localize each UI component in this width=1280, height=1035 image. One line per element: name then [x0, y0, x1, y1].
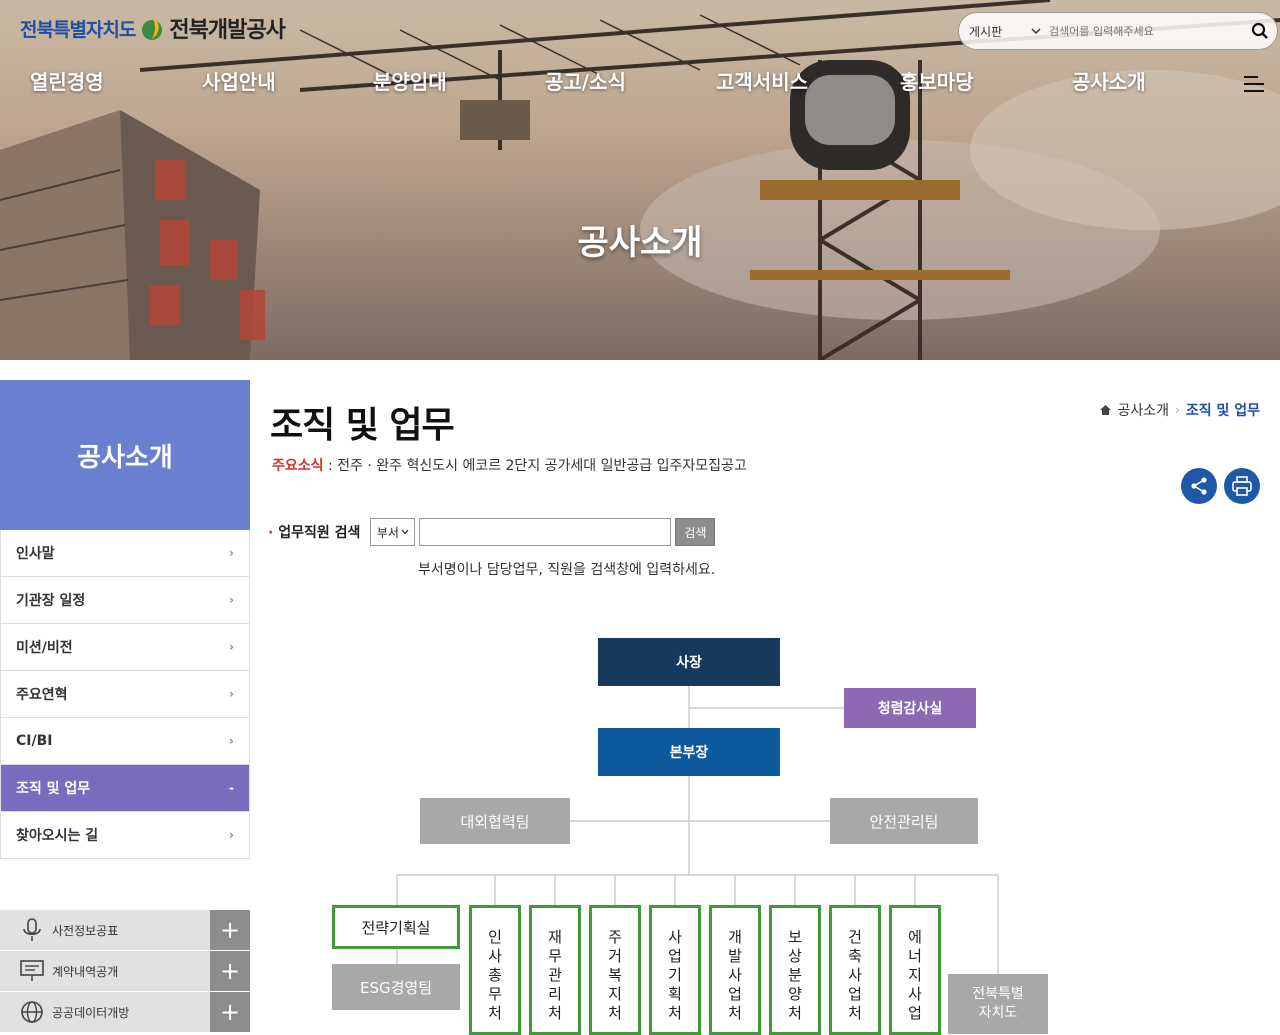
search-input[interactable] [1047, 23, 1243, 39]
quick-link-pre-disclosure[interactable]: 사전정보공표 + [0, 910, 250, 950]
main-navigation: 열린경영 사업안내 분양임대 공고/소식 고객서비스 홍보마당 공사소개 [0, 66, 1280, 102]
chevron-right-icon: › [229, 687, 234, 701]
nav-item-sales-rent[interactable]: 분양임대 [373, 66, 447, 95]
chevron-down-icon [1031, 28, 1041, 35]
print-button[interactable] [1224, 468, 1260, 504]
search-icon[interactable] [1243, 14, 1277, 48]
global-search: 게시판 [958, 12, 1278, 50]
employee-search-input[interactable] [419, 518, 672, 546]
logo-province-text: 전북특별자치도 [20, 18, 136, 41]
main-news-ticker[interactable]: 주요소식 : 전주 · 완주 혁신도시 에코르 2단지 공가세대 일반공급 입주… [272, 455, 747, 475]
org-external-cooperation-team[interactable]: 대외협력팀 [420, 798, 570, 844]
sidebar-item-greeting[interactable]: 인사말 › [0, 530, 250, 577]
org-department-housing-welfare[interactable]: 주거복지처 [589, 905, 641, 1035]
globe-icon [12, 992, 52, 1032]
org-department-finance[interactable]: 재무관리처 [529, 905, 581, 1035]
home-icon[interactable] [1099, 404, 1112, 416]
quick-links: 사전정보공표 + 계약내역공개 + 공공데이터개방 + [0, 910, 250, 1033]
nav-item-pr[interactable]: 홍보마당 [900, 66, 974, 95]
chevron-right-icon: › [1175, 403, 1180, 417]
employee-search: · 업무직원 검색 부서 검색 [268, 518, 716, 546]
org-department-energy[interactable]: 에너지사업 [889, 905, 941, 1035]
hero-background-image [0, 0, 1280, 360]
search-category-select[interactable]: 게시판 [959, 23, 1047, 40]
sidebar-item-ci-bi[interactable]: CI/BI › [0, 718, 250, 765]
department-select[interactable]: 부서 [370, 518, 416, 546]
chevron-right-icon: › [229, 593, 234, 607]
news-text: : 전주 · 완주 혁신도시 에코르 2단지 공가세대 일반공급 입주자모집공고 [323, 458, 747, 474]
presentation-board-icon [12, 951, 52, 991]
chevron-right-icon: › [229, 546, 234, 560]
employee-search-button[interactable]: 검색 [675, 518, 716, 546]
chevron-right-icon: › [229, 734, 234, 748]
org-department-construction[interactable]: 건축사업처 [829, 905, 881, 1035]
chevron-right-icon: › [229, 640, 234, 654]
minus-icon: - [229, 781, 234, 795]
sidebar-title: 공사소개 [0, 380, 250, 530]
org-general-manager[interactable]: 본부장 [598, 728, 780, 776]
page-title: 조직 및 업무 [270, 405, 455, 446]
share-button[interactable] [1181, 468, 1217, 504]
sidebar-item-organization[interactable]: 조직 및 업무 - [0, 765, 250, 812]
quick-link-contract-disclosure[interactable]: 계약내역공개 + [0, 951, 250, 991]
org-department-development[interactable]: 개발사업처 [709, 905, 761, 1035]
nav-item-notices[interactable]: 공고/소식 [545, 66, 626, 95]
org-esg-team[interactable]: ESG경영팀 [332, 964, 460, 1010]
employee-search-label: 업무직원 검색 [278, 525, 361, 541]
site-logo[interactable]: 전북특별자치도 전북개발공사 [20, 12, 286, 44]
share-icon [1191, 477, 1207, 495]
org-audit-office[interactable]: 청렴감사실 [844, 688, 976, 728]
org-jeonbuk-province[interactable]: 전북특별 자치도 [948, 974, 1048, 1034]
nav-item-open-management[interactable]: 열린경영 [30, 66, 104, 95]
org-safety-management-team[interactable]: 안전관리팀 [830, 798, 978, 844]
breadcrumb: 공사소개 › 조직 및 업무 [1099, 400, 1260, 420]
breadcrumb-item[interactable]: 공사소개 [1118, 400, 1170, 420]
nav-item-business[interactable]: 사업안내 [202, 66, 276, 95]
sidebar-item-mission-vision[interactable]: 미션/비전 › [0, 624, 250, 671]
leaf-logo-icon [142, 17, 163, 40]
hero-title: 공사소개 [577, 223, 703, 263]
plus-icon[interactable]: + [210, 951, 250, 991]
hamburger-menu-icon[interactable] [1242, 74, 1266, 94]
nav-item-about[interactable]: 공사소개 [1072, 66, 1146, 95]
quick-link-open-data[interactable]: 공공데이터개방 + [0, 992, 250, 1032]
sidebar-menu: 인사말 › 기관장 일정 › 미션/비전 › 주요연혁 › CI/BI › 조직 및 업무… [0, 530, 250, 859]
chevron-down-icon [401, 529, 409, 535]
sidebar-item-ceo-schedule[interactable]: 기관장 일정 › [0, 577, 250, 624]
sidebar-item-directions[interactable]: 찾아오시는 길 › [0, 812, 250, 859]
breadcrumb-current[interactable]: 조직 및 업무 [1186, 400, 1260, 420]
logo-company-text: 전북개발공사 [169, 18, 285, 43]
org-ceo[interactable]: 사장 [598, 638, 780, 686]
hero-banner: 전북특별자치도 전북개발공사 게시판 열린경영 사업안내 분양임대 공고/소식 … [0, 0, 1280, 360]
org-department-general-affairs[interactable]: 인사총무처 [469, 905, 521, 1035]
search-hint: 부서명이나 담당업무, 직원을 검색창에 입력하세요. [418, 562, 716, 578]
news-label: 주요소식 [272, 458, 324, 474]
microphone-icon [12, 910, 52, 950]
org-department-compensation-sales[interactable]: 보상분양처 [769, 905, 821, 1035]
plus-icon[interactable]: + [210, 910, 250, 950]
org-department-business-planning[interactable]: 사업기획처 [649, 905, 701, 1035]
org-strategy-office[interactable]: 전략기획실 [332, 905, 460, 949]
print-icon [1232, 476, 1252, 496]
nav-item-customer-service[interactable]: 고객서비스 [716, 66, 808, 95]
sidebar-item-history[interactable]: 주요연혁 › [0, 671, 250, 718]
chevron-right-icon: › [229, 828, 234, 842]
plus-icon[interactable]: + [210, 992, 250, 1032]
